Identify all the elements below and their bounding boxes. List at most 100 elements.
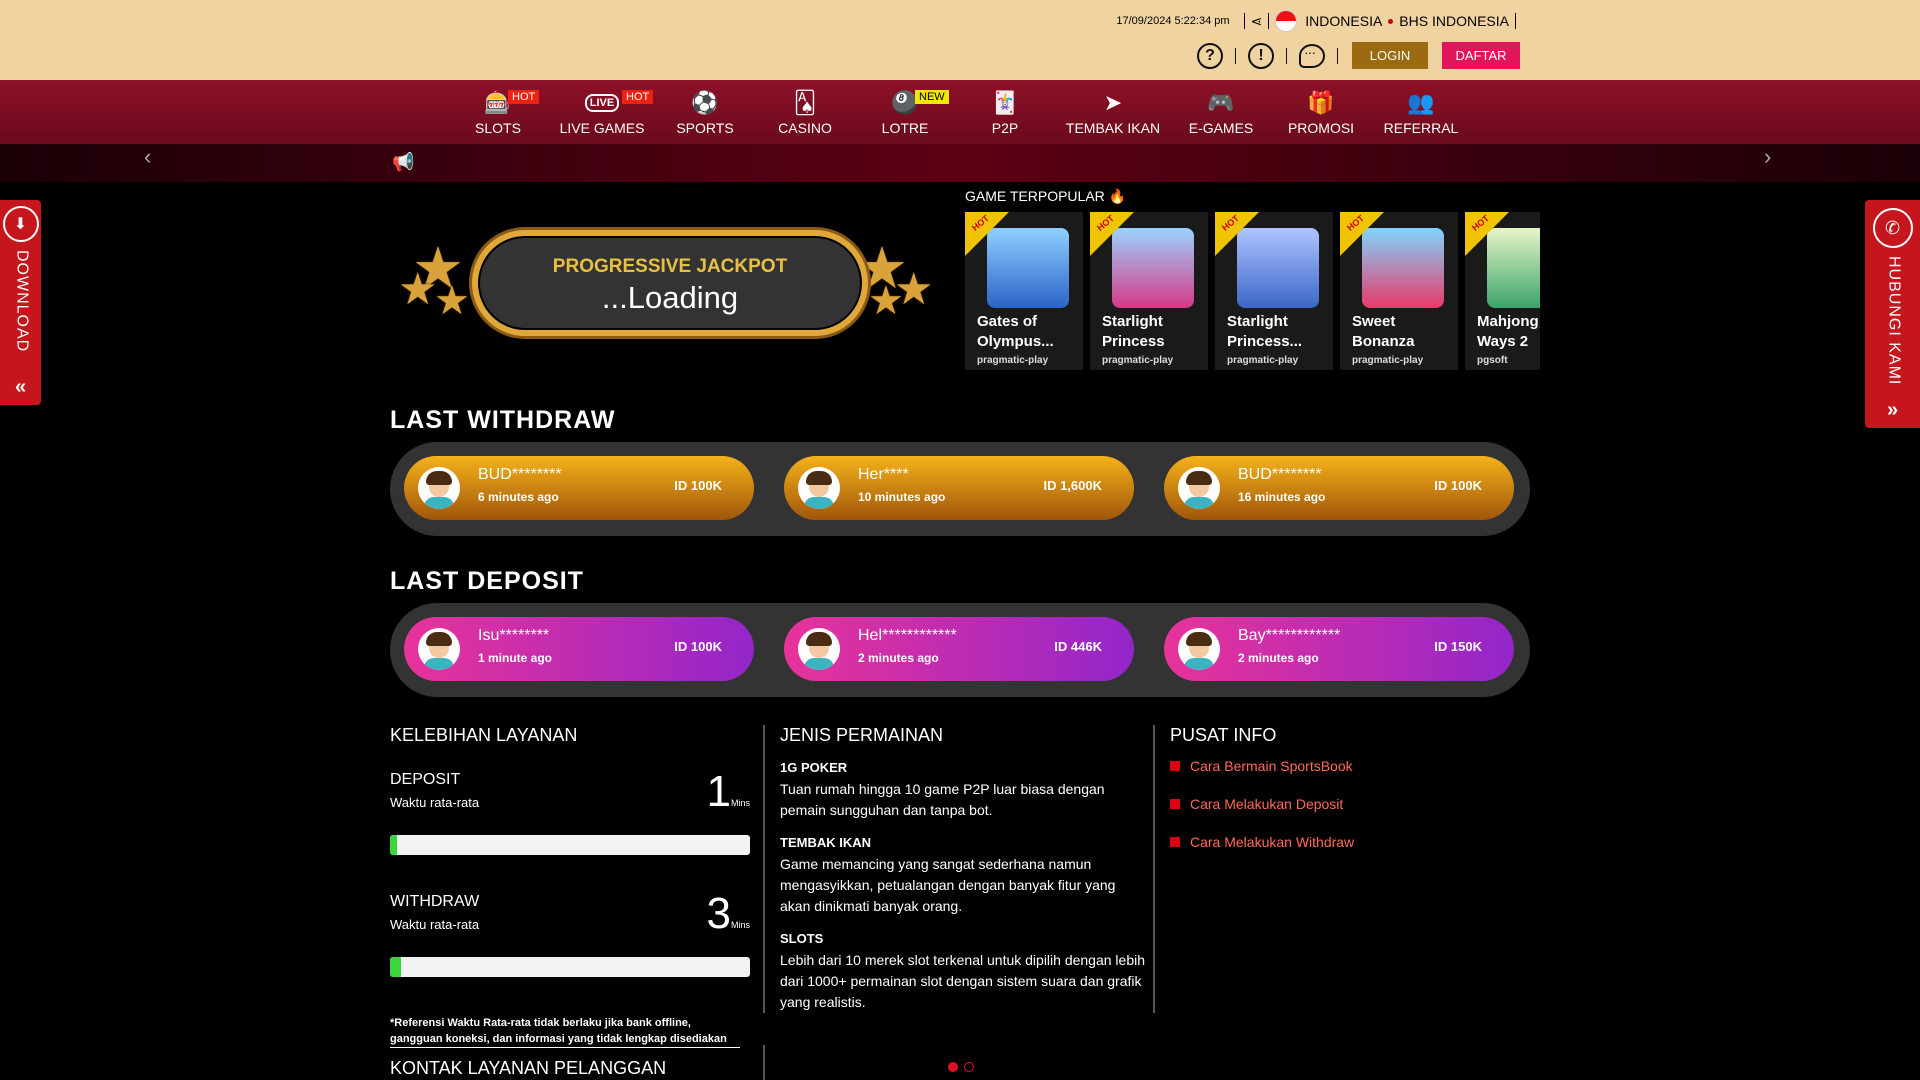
chat-icon[interactable]: [1299, 43, 1325, 68]
tx-amount: ID 100K: [1434, 478, 1482, 493]
game-provider: pragmatic-play: [1227, 355, 1299, 366]
divider: [1337, 47, 1338, 64]
popular-games-strip: HOT Gates of Olympus... pragmatic-play H…: [965, 212, 1540, 370]
game-provider: pragmatic-play: [1102, 355, 1174, 366]
alert-icon[interactable]: !: [1248, 42, 1274, 69]
language-label[interactable]: BHS INDONESIA: [1399, 13, 1509, 29]
game-card[interactable]: HOT Gates of Olympus... pragmatic-play: [965, 212, 1083, 370]
carousel-dot-active[interactable]: [948, 1062, 958, 1072]
contact-service-title: KONTAK LAYANAN PELANGGAN: [390, 1058, 667, 1078]
nav-label: SPORTS: [676, 120, 734, 136]
nav-item-live-games[interactable]: LIVE LIVE GAMES HOT: [552, 88, 654, 136]
contact-label: HUBUNGI KAMI: [1885, 256, 1903, 386]
nav-item-e-games[interactable]: 🎮 E-GAMES: [1171, 88, 1271, 136]
info-link[interactable]: Cara Melakukan Withdraw: [1170, 834, 1530, 850]
tx-user: Her****: [858, 466, 909, 483]
nav-item-referral[interactable]: 👥 REFERRAL: [1371, 88, 1471, 136]
game-card[interactable]: HOT Mahjong Ways 2 pgsoft: [1465, 212, 1540, 370]
deposit-metric-label: DEPOSIT: [390, 771, 461, 788]
jackpot-plate: PROGRESSIVE JACKPOT ...Loading: [472, 230, 868, 336]
carousel-dot[interactable]: [964, 1062, 974, 1072]
top-actions-row: ? ! LOGIN DAFTAR: [1185, 42, 1520, 69]
nav-item-p2p[interactable]: 🃏 P2P: [955, 88, 1055, 136]
bullet-square-icon: [1170, 761, 1180, 771]
country-label[interactable]: INDONESIA: [1305, 13, 1382, 29]
last-withdraw-title: LAST WITHDRAW: [390, 406, 616, 434]
hot-badge: HOT: [622, 90, 654, 104]
nav-item-slots[interactable]: 🎰 SLOTS HOT: [448, 88, 548, 136]
withdraw-progress-fill: [390, 957, 401, 977]
nav-label: PROMOSI: [1287, 120, 1355, 136]
double-chevron-right-icon: »: [1886, 399, 1899, 421]
nav-label: LOTRE: [881, 120, 929, 136]
nav-item-promosi[interactable]: 🎁 PROMOSI: [1271, 88, 1371, 136]
info-link-text[interactable]: Cara Bermain SportsBook: [1190, 758, 1353, 774]
share-icon[interactable]: ⋖: [1251, 13, 1263, 30]
carousel-dots: [945, 1062, 977, 1072]
new-badge: NEW: [915, 90, 949, 104]
game-card[interactable]: HOT Starlight Princess pragmatic-play: [1090, 212, 1208, 370]
chevron-left-icon[interactable]: ‹: [144, 144, 151, 170]
gamepad-icon: 🎮: [1207, 90, 1235, 115]
info-center-title: PUSAT INFO: [1170, 725, 1277, 745]
avatar: [798, 467, 840, 509]
top-info-row: 17/09/2024 5:22:34 pm ⋖ INDONESIA BHS IN…: [1116, 10, 1522, 32]
datetime: 17/09/2024 5:22:34 pm: [1116, 15, 1230, 27]
service-column: KELEBIHAN LAYANAN DEPOSIT Waktu rata-rat…: [390, 725, 750, 1080]
dot-separator: [1388, 18, 1394, 24]
avatar: [798, 628, 840, 670]
deposit-metric-value: 1: [706, 767, 731, 816]
top-bar: 17/09/2024 5:22:34 pm ⋖ INDONESIA BHS IN…: [0, 0, 1920, 80]
info-link[interactable]: Cara Bermain SportsBook: [1170, 758, 1530, 774]
divider: [1286, 47, 1287, 64]
game-card[interactable]: HOT Starlight Princess... pragmatic-play: [1215, 212, 1333, 370]
game-name: Mahjong Ways 2: [1477, 313, 1539, 350]
soccer-ball-icon: ⚽: [691, 90, 719, 115]
contact-tab[interactable]: ✆ HUBUNGI KAMI »: [1865, 200, 1920, 428]
referral-icon: 👥: [1407, 90, 1435, 115]
info-link[interactable]: Cara Melakukan Deposit: [1170, 796, 1530, 812]
nav-item-lotre[interactable]: 🎱 LOTRE NEW: [855, 88, 955, 136]
nav-item-casino[interactable]: 🂡 CASINO: [755, 88, 855, 136]
download-icon: ⬇: [2, 206, 39, 242]
download-label: DOWNLOAD: [13, 250, 31, 353]
download-tab[interactable]: ⬇ DOWNLOAD «: [0, 200, 41, 405]
avatar: [418, 467, 460, 509]
chevron-right-icon[interactable]: ›: [1764, 144, 1771, 170]
tx-amount: ID 150K: [1434, 639, 1482, 654]
deposit-metric-unit: Mins: [730, 798, 750, 808]
withdraw-metric-label: WITHDRAW: [390, 893, 480, 910]
avatar: [1178, 467, 1220, 509]
tx-user: BUD********: [1238, 466, 1322, 483]
tx-time: 16 minutes ago: [1238, 490, 1326, 504]
info-link-text[interactable]: Cara Melakukan Deposit: [1190, 796, 1343, 812]
game-name: Gates of Olympus...: [977, 313, 1054, 350]
progressive-jackpot: ★ ★ ★ ★ ★ ★ PROGRESSIVE JACKPOT ...Loadi…: [398, 228, 940, 342]
nav-label: E-GAMES: [1188, 120, 1254, 136]
deposit-metric-sub: Waktu rata-rata: [390, 795, 480, 810]
info-link-text[interactable]: Cara Melakukan Withdraw: [1190, 834, 1354, 850]
game-type-text: Tuan rumah hingga 10 game P2P luar biasa…: [780, 781, 1105, 818]
game-name: Sweet Bonanza: [1352, 313, 1415, 350]
register-button[interactable]: DAFTAR: [1442, 42, 1520, 69]
game-name: Starlight Princess...: [1227, 313, 1303, 350]
game-provider: pgsoft: [1477, 355, 1508, 366]
deposit-metric: DEPOSIT Waktu rata-rata 1Mins: [390, 767, 750, 841]
game-type-text: Game memancing yang sangat sederhana nam…: [780, 856, 1116, 914]
nav-label: TEMBAK IKAN: [1065, 120, 1161, 136]
deposit-panel: Isu******** 1 minute ago ID 100K Hel****…: [390, 603, 1530, 697]
star-icon: ★: [434, 279, 470, 323]
nav-item-sports[interactable]: ⚽ SPORTS: [655, 88, 755, 136]
indonesia-flag-icon[interactable]: [1275, 10, 1298, 32]
fish-icon: ➤: [1103, 90, 1123, 115]
withdraw-metric-sub: Waktu rata-rata: [390, 917, 480, 932]
game-card[interactable]: HOT Sweet Bonanza pragmatic-play: [1340, 212, 1458, 370]
divider: [1235, 47, 1236, 64]
divider: [1268, 13, 1270, 29]
popular-title-text: GAME TERPOPULAR: [965, 188, 1105, 204]
login-button[interactable]: LOGIN: [1352, 42, 1428, 69]
help-icon[interactable]: ?: [1197, 42, 1223, 69]
nav-item-tembak-ikan[interactable]: ➤ TEMBAK IKAN: [1063, 88, 1163, 136]
withdraw-panel: BUD******** 6 minutes ago ID 100K Her***…: [390, 442, 1530, 536]
tx-amount: ID 100K: [674, 478, 722, 493]
